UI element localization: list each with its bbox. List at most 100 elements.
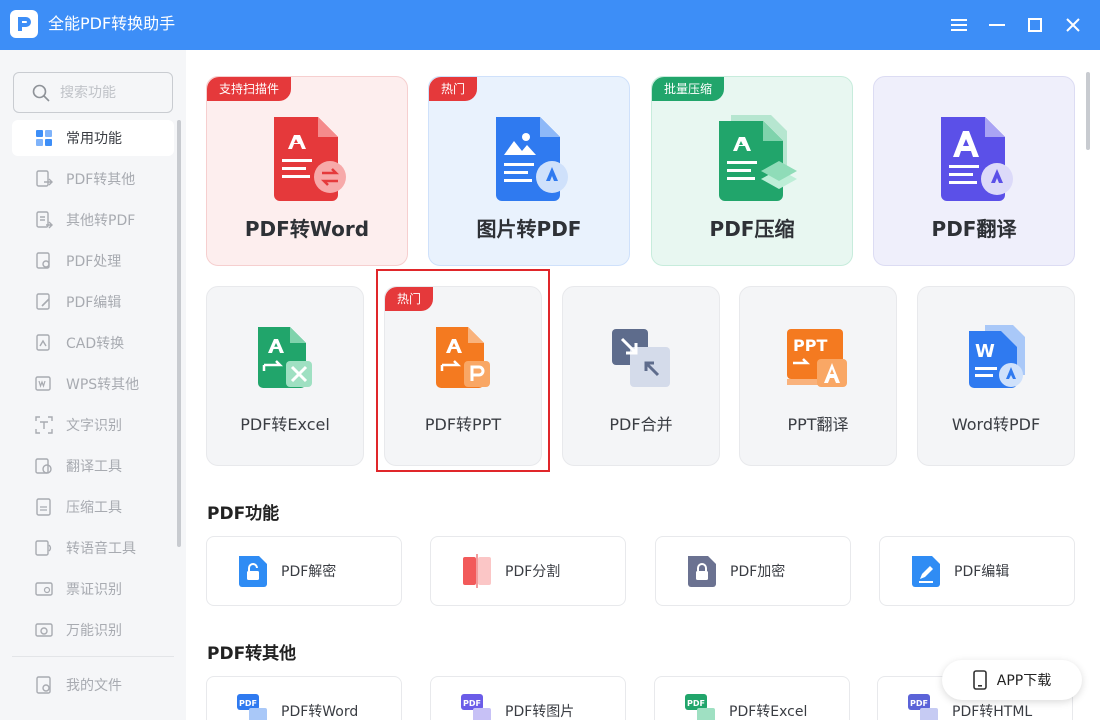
sidebar-item-translate[interactable]: 翻译工具: [12, 448, 174, 484]
sidebar-item-label: 压缩工具: [66, 500, 122, 516]
svg-text:PDF: PDF: [239, 699, 257, 708]
split-icon: [461, 554, 493, 588]
tool-card-word-to-pdf[interactable]: W Word转PDF: [917, 286, 1075, 466]
compress-icon: [34, 497, 54, 517]
feature-card-pdf-to-word[interactable]: 支持扫描件 PDF转Word: [206, 76, 408, 266]
sidebar-item-label: WPS转其他: [66, 377, 140, 393]
sidebar-item-label: 常用功能: [66, 131, 122, 147]
feature-card-pdf-translate[interactable]: PDF翻译: [873, 76, 1075, 266]
section-title-pdf-to-other: PDF转其他: [207, 644, 297, 664]
app-logo-icon: [10, 10, 38, 38]
minimize-icon[interactable]: [984, 12, 1010, 38]
convert-card-pdf-to-image[interactable]: PDF PDF转图片: [430, 676, 626, 720]
feature-card-image-to-pdf[interactable]: 热门 图片转PDF: [428, 76, 630, 266]
main-scrollbar[interactable]: [1086, 72, 1090, 150]
sidebar-item-other-to-pdf[interactable]: 其他转PDF: [12, 202, 174, 238]
func-card-label: PDF加密: [730, 564, 786, 580]
sidebar-item-common-features[interactable]: 常用功能: [12, 120, 174, 156]
close-icon[interactable]: [1060, 12, 1086, 38]
sidebar-item-my-files[interactable]: 我的文件: [12, 667, 174, 703]
sidebar-item-pdf-edit[interactable]: PDF编辑: [12, 284, 174, 320]
func-card-pdf-decrypt[interactable]: PDF解密: [206, 536, 402, 606]
func-card-pdf-encrypt[interactable]: PDF加密: [655, 536, 851, 606]
tag-badge: 热门: [429, 77, 478, 101]
maximize-icon[interactable]: [1022, 12, 1048, 38]
sidebar-item-ocr[interactable]: 文字识别: [12, 407, 174, 443]
pdf-edit-icon: [34, 292, 54, 312]
sidebar-item-ticket-ocr[interactable]: 票证识别: [12, 571, 174, 607]
lock-icon: [686, 554, 718, 588]
image-to-pdf-icon: [486, 115, 574, 203]
convert-card-label: PDF转Excel: [729, 704, 808, 720]
feature-card-pdf-compress[interactable]: 批量压缩 PDF压缩: [651, 76, 853, 266]
section-title-pdf-functions: PDF功能: [207, 504, 280, 524]
pdf-merge-icon: [608, 325, 674, 391]
phone-icon: [972, 670, 987, 690]
ppt-translate-icon: PPT: [785, 325, 851, 391]
pdf-to-image-small-icon: PDF: [461, 694, 493, 720]
tool-card-label: Word转PDF: [951, 415, 1041, 434]
sidebar: 常用功能 PDF转其他 其他转PDF PDF处理 PDF编辑 CAD转换 WPS…: [0, 50, 186, 720]
pdf-to-html-small-icon: PDF: [908, 694, 940, 720]
pdf-process-icon: [34, 251, 54, 271]
wps-convert-icon: [34, 374, 54, 394]
sidebar-item-label: 我的文件: [66, 678, 122, 694]
word-to-pdf-icon: W: [963, 325, 1029, 391]
svg-text:PDF: PDF: [910, 699, 928, 708]
tool-card-label: PDF合并: [609, 415, 673, 434]
sidebar-scrollbar[interactable]: [177, 120, 181, 547]
sidebar-item-label: 其他转PDF: [66, 213, 136, 229]
sidebar-item-wps-convert[interactable]: WPS转其他: [12, 366, 174, 402]
edit-icon: [910, 554, 942, 588]
tag-badge: 支持扫描件: [207, 77, 292, 101]
tool-card-pdf-to-excel[interactable]: PDF转Excel: [206, 286, 364, 466]
convert-card-label: PDF转HTML: [952, 704, 1033, 720]
search-input[interactable]: [60, 84, 160, 101]
tool-card-ppt-translate[interactable]: PPT PPT翻译: [739, 286, 897, 466]
func-card-pdf-split[interactable]: PDF分割: [430, 536, 626, 606]
sidebar-item-text-to-speech[interactable]: 转语音工具: [12, 530, 174, 566]
svg-text:PPT: PPT: [793, 336, 827, 355]
app-download-label: APP下载: [996, 673, 1052, 689]
ticket-ocr-icon: [34, 579, 54, 599]
pdf-to-word-small-icon: PDF: [237, 694, 269, 720]
text-to-speech-icon: [34, 538, 54, 558]
pdf-to-other-icon: [34, 169, 54, 189]
convert-card-label: PDF转Word: [281, 704, 359, 720]
func-card-label: PDF解密: [281, 564, 337, 580]
sidebar-item-pdf-process[interactable]: PDF处理: [12, 243, 174, 279]
pdf-to-excel-small-icon: PDF: [685, 694, 717, 720]
sidebar-item-compress[interactable]: 压缩工具: [12, 489, 174, 525]
my-files-icon: [34, 675, 54, 695]
feature-card-label: PDF翻译: [931, 217, 1017, 241]
pdf-translate-icon: [931, 115, 1019, 203]
sidebar-item-label: 翻译工具: [66, 459, 122, 475]
search-icon: [32, 84, 50, 102]
sidebar-item-universal-ocr[interactable]: 万能识别: [12, 612, 174, 648]
feature-card-label: PDF转Word: [244, 217, 370, 241]
svg-text:W: W: [975, 341, 995, 362]
menu-icon[interactable]: [946, 12, 972, 38]
convert-card-pdf-to-excel[interactable]: PDF PDF转Excel: [654, 676, 850, 720]
ocr-icon: [34, 415, 54, 435]
cad-convert-icon: [34, 333, 54, 353]
convert-card-label: PDF转图片: [505, 704, 575, 720]
unlock-icon: [237, 554, 269, 588]
translate-icon: [34, 456, 54, 476]
other-to-pdf-icon: [34, 210, 54, 230]
feature-card-label: PDF压缩: [709, 217, 795, 241]
convert-card-pdf-to-word[interactable]: PDF PDF转Word: [206, 676, 402, 720]
search-box[interactable]: [13, 72, 173, 113]
app-download-button[interactable]: APP下载: [942, 660, 1082, 700]
sidebar-item-pdf-to-other[interactable]: PDF转其他: [12, 161, 174, 197]
func-card-pdf-edit[interactable]: PDF编辑: [879, 536, 1075, 606]
sidebar-item-label: 万能识别: [66, 623, 122, 639]
pdf-compress-icon: [709, 115, 797, 203]
universal-ocr-icon: [34, 620, 54, 640]
sidebar-item-label: PDF处理: [66, 254, 122, 270]
sidebar-item-cad-convert[interactable]: CAD转换: [12, 325, 174, 361]
tool-card-label: PDF转Excel: [240, 415, 330, 434]
sidebar-item-label: CAD转换: [66, 336, 125, 352]
tool-card-pdf-merge[interactable]: PDF合并: [562, 286, 720, 466]
sidebar-item-label: PDF编辑: [66, 295, 122, 311]
